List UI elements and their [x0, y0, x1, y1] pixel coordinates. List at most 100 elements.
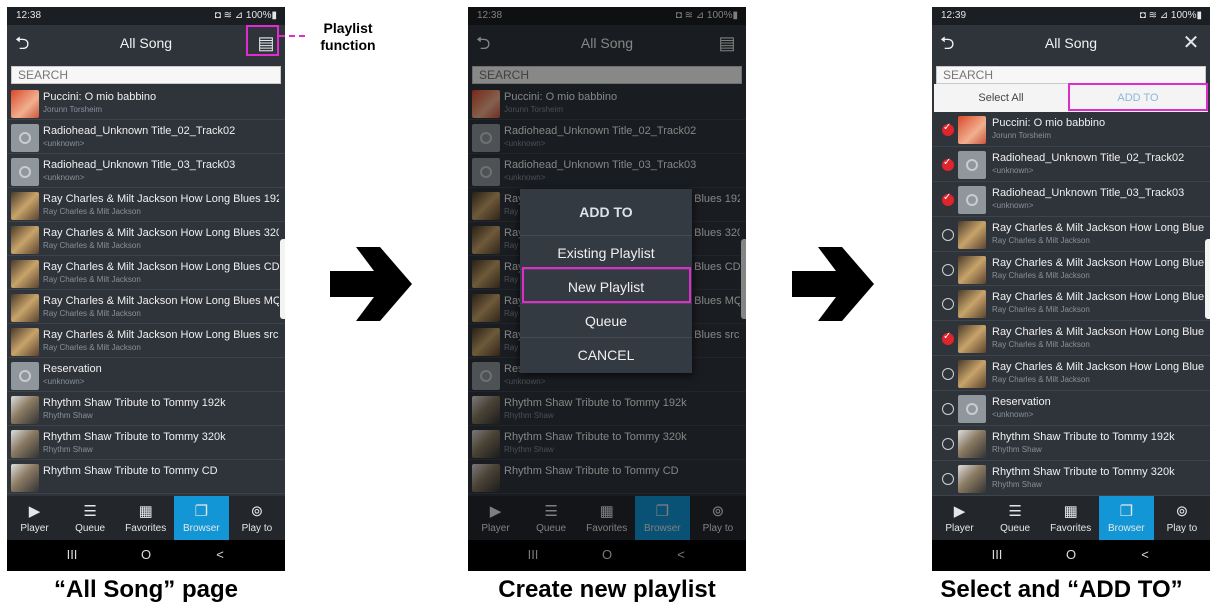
song-row[interactable]: Rhythm Shaw Tribute to Tommy CD [7, 460, 285, 494]
page-title: All Song [119, 35, 173, 51]
nav-item-player[interactable]: ▶ Player [932, 496, 987, 540]
select-checkbox[interactable] [942, 368, 954, 381]
favorites-icon: ▦ [138, 503, 153, 520]
nav-item-queue[interactable]: ☰ Queue [63, 496, 118, 540]
song-row[interactable]: Reservation<unknown> [7, 358, 285, 392]
song-row[interactable]: Ray Charles & Milt Jackson How Long Blue… [932, 217, 1210, 252]
search-input[interactable]: SEARCH [11, 66, 281, 84]
song-row[interactable]: Ray Charles & Milt Jackson How Long Blue… [7, 324, 285, 358]
song-row[interactable]: Ray Charles & Milt Jackson How Long Blue… [932, 356, 1210, 392]
song-row[interactable]: Ray Charles & Milt Jackson How Long Blue… [7, 256, 285, 290]
song-text: Ray Charles & Milt Jackson How Long Blue… [992, 361, 1204, 385]
existing-playlist-option[interactable]: Existing Playlist [520, 235, 692, 270]
song-row[interactable]: Ray Charles & Milt Jackson How Long Blue… [7, 222, 285, 256]
song-row[interactable]: Rhythm Shaw Tribute to Tommy 320k Rhythm … [932, 461, 1210, 496]
status-time: 12:39 [941, 10, 967, 21]
album-art-thumbnail [958, 464, 986, 493]
song-artist: <unknown> [43, 173, 85, 182]
song-text: Rhythm Shaw Tribute to Tommy CD [43, 465, 279, 478]
song-row[interactable]: Radiohead_Unknown Title_03_Track03<unkno… [932, 182, 1210, 217]
home-icon[interactable]: O [131, 547, 161, 562]
close-icon[interactable]: ✕ [1180, 32, 1202, 54]
song-list: Puccini: O mio babbino Jorunn Torsheim Rad… [932, 112, 1210, 496]
album-art-thumbnail [958, 185, 986, 214]
song-text: Rhythm Shaw Tribute to Tommy 192k Rhythm … [43, 397, 279, 421]
song-list: Puccini: O mio babbino Jorunn Torsheim Rad… [7, 86, 285, 494]
album-art-thumbnail [958, 116, 986, 144]
back-icon[interactable]: < [205, 547, 235, 562]
bottom-nav: ▶ Player ☰ Queue ▦ Favorites ❐ Browser ⊚ Play to [932, 496, 1210, 540]
queue-icon: ☰ [83, 503, 97, 520]
select-all-button[interactable]: Select All [934, 84, 1068, 112]
search-input[interactable]: SEARCH [936, 66, 1206, 84]
song-title: Puccini: O mio babbino [43, 91, 157, 103]
song-row[interactable]: Ray Charles & Milt Jackson How Long Blue… [932, 321, 1210, 357]
select-checkbox[interactable] [942, 438, 954, 451]
song-title: Rhythm Shaw Tribute to Tommy 192k [992, 431, 1175, 444]
nav-item-play-to[interactable]: ⊚ Play to [1154, 496, 1209, 540]
select-checkbox[interactable] [942, 192, 954, 206]
song-row[interactable]: Rhythm Shaw Tribute to Tommy 192k Rhythm … [932, 426, 1210, 461]
song-row[interactable]: Reservation<unknown> [932, 391, 1210, 427]
nav-item-player[interactable]: ▶ Player [7, 496, 62, 540]
song-artist: Jorunn Torsheim [992, 131, 1051, 140]
album-art-thumbnail [11, 396, 39, 424]
song-title: Ray Charles & Milt Jackson How Long Blue… [43, 329, 279, 341]
song-artist: Ray Charles & Milt Jackson [992, 270, 1090, 280]
song-title: Ray Charles & Milt Jackson How Long Blue… [992, 361, 1204, 374]
song-row[interactable]: Ray Charles & Milt Jackson How Long Blue… [7, 290, 285, 324]
song-text: Ray Charles & Milt Jackson How Long Blue… [992, 222, 1204, 246]
song-row[interactable]: Radiohead_Unknown Title_02_Track02<unkno… [7, 120, 285, 154]
back-icon[interactable]: < [1130, 547, 1160, 562]
album-art-thumbnail [11, 124, 39, 152]
select-checkbox[interactable] [942, 122, 954, 136]
play-icon: ▶ [28, 503, 41, 520]
song-row[interactable]: Radiohead_Unknown Title_03_Track03 <unkno… [7, 154, 285, 188]
select-checkbox[interactable] [942, 228, 954, 241]
nav-item-play-to[interactable]: ⊚ Play to [229, 496, 284, 540]
song-title: Radiohead_Unknown Title_02_Track02 [43, 125, 236, 137]
caption-all-song: “All Song” page [53, 576, 238, 603]
recent-apps-icon[interactable]: III [57, 547, 87, 562]
select-checkbox[interactable] [942, 403, 954, 416]
song-title: Rhythm Shaw Tribute to Tommy 320k [992, 465, 1175, 478]
nav-item-browser[interactable]: ❐ Browser [173, 496, 229, 540]
song-row[interactable]: Ray Charles & Milt Jackson How Long Blue… [932, 252, 1210, 287]
song-title: Radiohead_Unknown Title_03_Track03 [43, 159, 236, 171]
song-artist: Ray Charles & Milt Jackson [992, 340, 1090, 350]
scroll-handle[interactable] [280, 239, 285, 319]
home-icon[interactable]: O [1056, 547, 1086, 562]
song-row[interactable]: Rhythm Shaw Tribute to Tommy 192k Rhythm … [7, 392, 285, 426]
select-checkbox[interactable] [942, 298, 954, 311]
song-title: Radiohead_Unknown Title_03_Track03 [992, 186, 1185, 199]
song-row[interactable]: Puccini: O mio babbino Jorunn Torsheim [7, 86, 285, 120]
nav-item-favorites[interactable]: ▦ Favorites [1043, 496, 1098, 540]
album-art-thumbnail [11, 362, 39, 390]
nav-item-queue[interactable]: ☰ Queue [988, 496, 1043, 540]
recent-apps-icon[interactable]: III [982, 547, 1012, 562]
song-title: Ray Charles & Milt Jackson How Long Blue… [992, 256, 1204, 269]
select-checkbox[interactable] [942, 263, 954, 276]
nav-label: Play to [241, 523, 273, 534]
queue-option[interactable]: Queue [520, 303, 692, 338]
select-checkbox[interactable] [942, 331, 954, 346]
scroll-handle[interactable] [1205, 239, 1210, 319]
song-text: Rhythm Shaw Tribute to Tommy 320k Rhythm … [43, 431, 279, 455]
select-checkbox[interactable] [942, 472, 954, 485]
album-art-thumbnail [958, 395, 986, 424]
song-row[interactable]: Ray Charles & Milt Jackson How Long Blue… [932, 286, 1210, 322]
album-art-thumbnail [11, 226, 39, 254]
select-checkbox[interactable] [942, 157, 954, 171]
nav-item-browser[interactable]: ❐ Browser [1098, 496, 1154, 540]
nav-item-favorites[interactable]: ▦ Favorites [118, 496, 173, 540]
song-row[interactable]: Rhythm Shaw Tribute to Tommy 320k Rhythm … [7, 426, 285, 460]
song-row[interactable]: Puccini: O mio babbino Jorunn Torsheim [932, 112, 1210, 147]
song-row[interactable]: Radiohead_Unknown Title_02_Track02<unkno… [932, 147, 1210, 182]
song-text: Radiohead_Unknown Title_03_Track03 <unkno… [992, 187, 1204, 211]
cancel-option[interactable]: CANCEL [520, 337, 692, 372]
song-title: Ray Charles & Milt Jackson How Long Blue… [43, 193, 279, 205]
song-artist: Ray Charles & Milt Jackson [992, 235, 1090, 245]
play-to-icon: ⊚ [250, 503, 264, 520]
add-to-highlight [1068, 83, 1208, 111]
song-row[interactable]: Ray Charles & Milt Jackson How Long Blue… [7, 188, 285, 222]
